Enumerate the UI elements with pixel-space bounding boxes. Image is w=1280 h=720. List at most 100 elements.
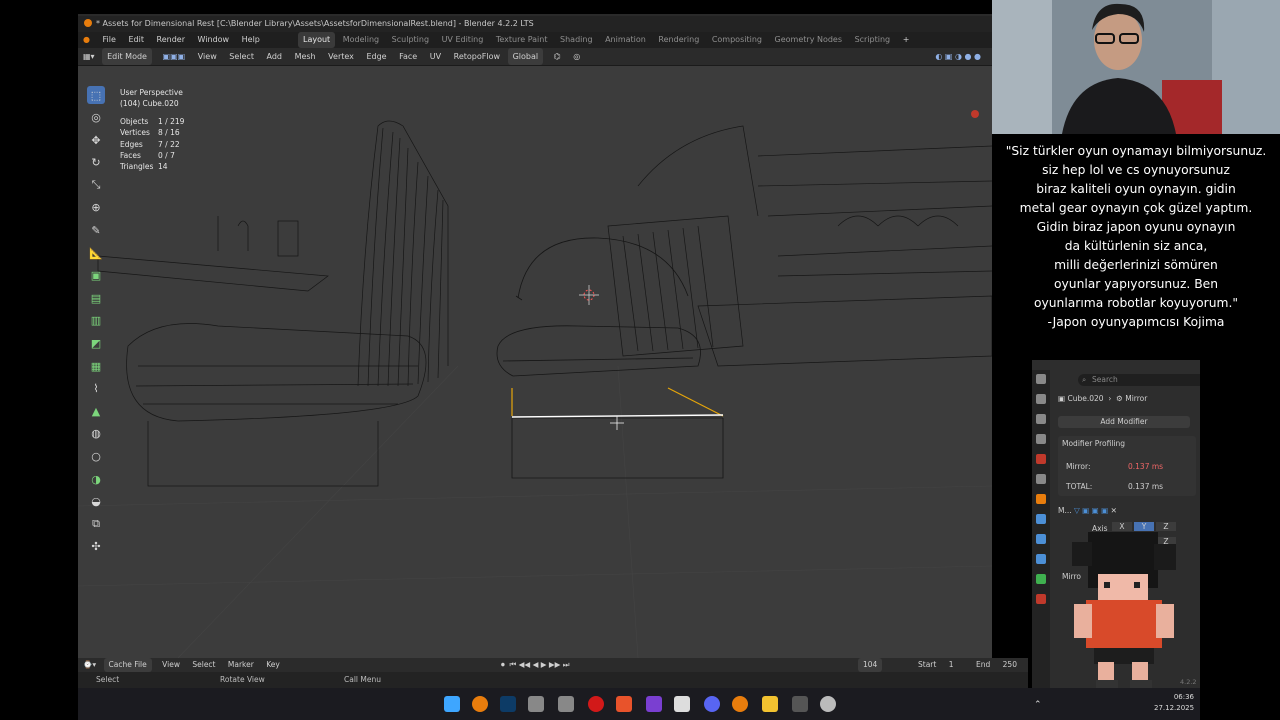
timeline-menu-select[interactable]: Select <box>187 658 220 672</box>
cache-file-select[interactable]: Cache File <box>103 658 152 672</box>
bevel-icon[interactable]: ◩ <box>87 335 105 353</box>
menu-file[interactable]: File <box>98 32 121 48</box>
mode-select[interactable]: Edit Mode <box>102 48 152 65</box>
loop-cut-icon[interactable]: ▦ <box>87 357 105 375</box>
world-tab-icon[interactable] <box>1036 474 1046 484</box>
move-icon[interactable]: ✥ <box>87 131 105 149</box>
blender-taskbar-icon[interactable] <box>732 696 748 712</box>
knife-icon[interactable]: ⌇ <box>87 380 105 398</box>
view-layer-tab-icon[interactable] <box>1036 434 1046 444</box>
menu-edit[interactable]: Edit <box>123 32 149 48</box>
snap-icon[interactable]: ⌬ <box>549 48 566 65</box>
app-taskbar-icon[interactable] <box>646 696 662 712</box>
tab-layout[interactable]: Layout <box>297 32 336 48</box>
rotate-icon[interactable]: ↻ <box>87 154 105 172</box>
timeline-menu-key[interactable]: Key <box>261 658 285 672</box>
retopoflow-menu[interactable]: RetopoFlow <box>449 48 505 65</box>
mirror-modifier-header[interactable]: M... ▽ ▣ ▣ ▣ ✕ <box>1058 504 1196 518</box>
measure-icon[interactable]: 📐 <box>87 244 105 262</box>
tab-compositing[interactable]: Compositing <box>707 32 767 48</box>
rip-icon[interactable]: ✣ <box>87 538 105 556</box>
tab-scripting[interactable]: Scripting <box>850 32 896 48</box>
header-menu-face[interactable]: Face <box>394 48 422 65</box>
quote-line: oyunlarıma robotlar koyuyorum." <box>1033 296 1239 310</box>
end-frame-field[interactable]: End 250 <box>966 658 1027 672</box>
header-menu-vertex[interactable]: Vertex <box>323 48 359 65</box>
add-workspace-button[interactable]: + <box>898 32 915 48</box>
scale-icon[interactable]: ⤡ <box>87 176 105 194</box>
shear-icon[interactable]: ⧉ <box>87 515 105 533</box>
app-taskbar-icon[interactable] <box>792 696 808 712</box>
modifier-tab-icon[interactable] <box>1036 514 1046 524</box>
tab-rendering[interactable]: Rendering <box>653 32 704 48</box>
tab-texture-paint[interactable]: Texture Paint <box>491 32 553 48</box>
shrink-fatten-icon[interactable]: ◒ <box>87 493 105 511</box>
blender-taskbar-icon[interactable] <box>472 696 488 712</box>
timeline-menu-view[interactable]: View <box>157 658 185 672</box>
app-taskbar-icon[interactable] <box>820 696 836 712</box>
spin-icon[interactable]: ◍ <box>87 425 105 443</box>
transform-icon[interactable]: ⊕ <box>87 199 105 217</box>
start-frame-field[interactable]: Start 1 <box>908 658 964 672</box>
edge-slide-icon[interactable]: ◑ <box>87 470 105 488</box>
header-menu-add[interactable]: Add <box>262 48 288 65</box>
header-menu-mesh[interactable]: Mesh <box>290 48 321 65</box>
tab-uv-editing[interactable]: UV Editing <box>437 32 489 48</box>
data-tab-icon[interactable] <box>1036 574 1046 584</box>
inset-icon[interactable]: ▥ <box>87 312 105 330</box>
cursor-icon[interactable]: ◎ <box>87 109 105 127</box>
extrude-icon[interactable]: ▤ <box>87 289 105 307</box>
app-taskbar-icon[interactable] <box>674 696 690 712</box>
header-menu-view[interactable]: View <box>193 48 222 65</box>
editor-type-icon[interactable]: ▦▾ <box>78 48 100 65</box>
timeline-editor-icon[interactable]: ⌚▾ <box>78 658 101 672</box>
output-tab-icon[interactable] <box>1036 414 1046 424</box>
annotate-icon[interactable]: ✎ <box>87 222 105 240</box>
profiling-title[interactable]: Modifier Profiling <box>1058 436 1196 451</box>
playback-controls[interactable]: ⏺ ⏮ ◀◀ ◀ ▶ ▶▶ ⏭ <box>496 658 575 672</box>
select-mode-icons[interactable]: ▣▣▣ <box>158 48 191 65</box>
file-explorer-taskbar-icon[interactable] <box>762 696 778 712</box>
poly-build-icon[interactable]: ▲ <box>87 402 105 420</box>
header-menu-select[interactable]: Select <box>224 48 259 65</box>
discord-taskbar-icon[interactable] <box>704 696 720 712</box>
properties-search[interactable]: ⌕ Search <box>1078 374 1208 386</box>
close-icon[interactable]: ✕ <box>1111 506 1117 515</box>
tool-tab-icon[interactable] <box>1036 374 1046 384</box>
tab-sculpting[interactable]: Sculpting <box>387 32 434 48</box>
add-modifier-button[interactable]: Add Modifier <box>1058 416 1190 428</box>
timeline-menu-marker[interactable]: Marker <box>223 658 259 672</box>
clock[interactable]: 06:36 27.12.2025 <box>1154 692 1194 714</box>
tab-geometry-nodes[interactable]: Geometry Nodes <box>770 32 847 48</box>
opera-taskbar-icon[interactable] <box>588 696 604 712</box>
header-menu-uv[interactable]: UV <box>425 48 446 65</box>
select-box-icon[interactable]: ⬚ <box>87 86 105 104</box>
3d-viewport[interactable] <box>78 66 992 658</box>
scene-tab-icon[interactable] <box>1036 454 1046 464</box>
smooth-icon[interactable]: ○ <box>87 448 105 466</box>
tab-animation[interactable]: Animation <box>600 32 651 48</box>
tab-modeling[interactable]: Modeling <box>338 32 384 48</box>
app-taskbar-icon[interactable] <box>558 696 574 712</box>
blender-menu-icon[interactable]: ● <box>78 32 95 48</box>
render-tab-icon[interactable] <box>1036 394 1046 404</box>
proportional-edit-icon[interactable]: ◎ <box>568 48 585 65</box>
menu-render[interactable]: Render <box>152 32 190 48</box>
object-tab-icon[interactable] <box>1036 494 1046 504</box>
tab-shading[interactable]: Shading <box>555 32 598 48</box>
tray-chevron-icon[interactable]: ⌃ <box>1034 700 1042 710</box>
physics-tab-icon[interactable] <box>1036 554 1046 564</box>
photoshop-taskbar-icon[interactable] <box>500 696 516 712</box>
shading-icons[interactable]: ◐ ▣ ◑ ● ● <box>930 48 986 65</box>
menu-window[interactable]: Window <box>193 32 235 48</box>
app-taskbar-icon[interactable] <box>528 696 544 712</box>
orientation-select[interactable]: Global <box>507 48 544 65</box>
particles-tab-icon[interactable] <box>1036 534 1046 544</box>
add-cube-icon[interactable]: ▣ <box>87 267 105 285</box>
material-tab-icon[interactable] <box>1036 594 1046 604</box>
brave-taskbar-icon[interactable] <box>616 696 632 712</box>
current-frame-field[interactable]: 104 <box>858 658 883 672</box>
windows-start-icon[interactable] <box>444 696 460 712</box>
header-menu-edge[interactable]: Edge <box>361 48 391 65</box>
menu-help[interactable]: Help <box>237 32 265 48</box>
